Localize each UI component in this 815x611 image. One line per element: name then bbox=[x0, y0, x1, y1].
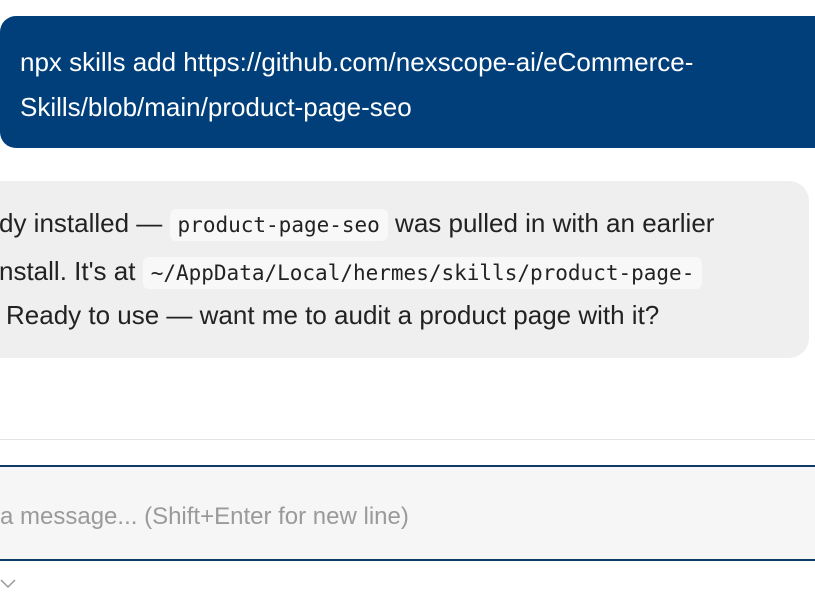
chat-view: npx skills add https://github.com/nexsco… bbox=[0, 0, 815, 611]
assistant-text: nstall. It's at bbox=[0, 256, 143, 286]
user-message-bubble: npx skills add https://github.com/nexsco… bbox=[0, 16, 815, 148]
assistant-message-bubble: dy installed — product-page-seo was pull… bbox=[0, 181, 809, 358]
assistant-message-line-3: Ready to use — want me to audit a produc… bbox=[6, 300, 660, 330]
divider bbox=[0, 439, 815, 440]
assistant-text: was pulled in with an earlier bbox=[387, 208, 715, 238]
user-message-line-1: npx skills add https://github.com/nexsco… bbox=[20, 47, 694, 77]
inline-code-skill-path: ~/AppData/Local/hermes/skills/product-pa… bbox=[142, 257, 703, 289]
chevron-down-icon[interactable] bbox=[0, 577, 16, 589]
assistant-text: dy installed — bbox=[0, 208, 170, 238]
assistant-message-line-2: nstall. It's at ~/AppData/Local/hermes/s… bbox=[0, 254, 703, 290]
inline-code-skill-name: product-page-seo bbox=[169, 209, 388, 241]
assistant-message-line-1: dy installed — product-page-seo was pull… bbox=[0, 206, 714, 242]
user-message-line-2: Skills/blob/main/product-page-seo bbox=[20, 92, 412, 122]
message-input[interactable]: a message... (Shift+Enter for new line) bbox=[0, 465, 815, 561]
message-input-placeholder: a message... (Shift+Enter for new line) bbox=[0, 503, 409, 530]
